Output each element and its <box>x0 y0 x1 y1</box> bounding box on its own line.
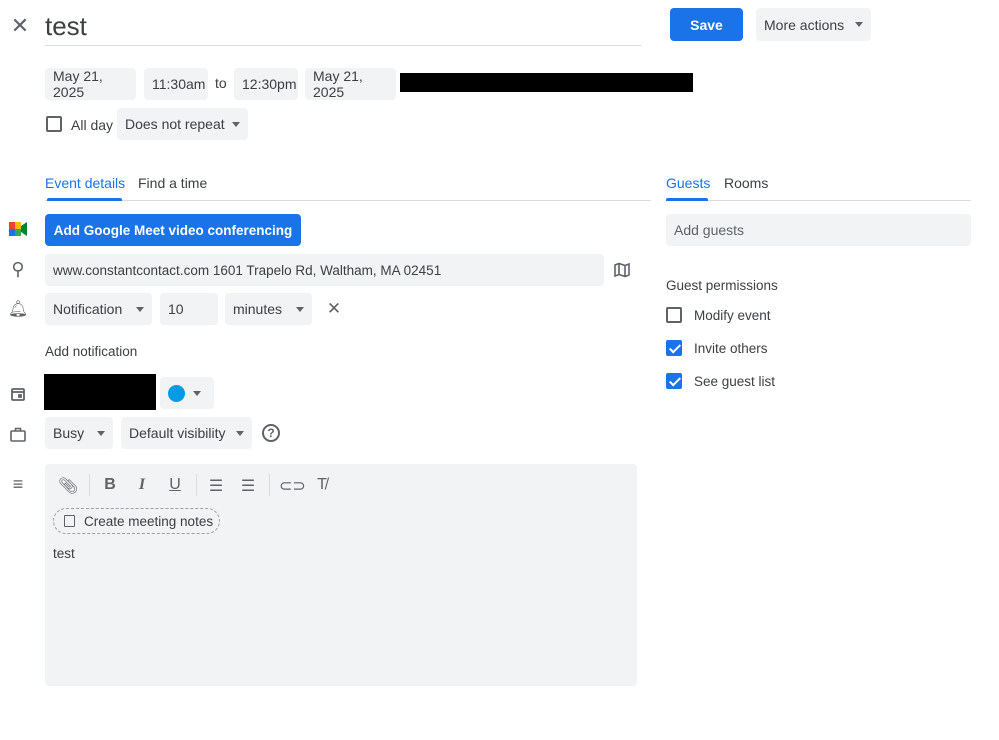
start-date[interactable]: May 21, 2025 <box>45 68 136 100</box>
caret-down-icon <box>855 22 863 27</box>
to-label: to <box>215 75 227 91</box>
guests-tab-indicator <box>666 198 708 201</box>
toolbar-separator <box>196 474 197 496</box>
link-icon[interactable]: ⊂⊃ <box>279 476 306 496</box>
google-meet-icon <box>9 221 27 237</box>
add-meet-button[interactable]: Add Google Meet video conferencing <box>45 214 301 246</box>
help-icon[interactable]: ? <box>262 424 280 442</box>
location-icon: ⚲ <box>11 258 25 279</box>
modify-event-checkbox[interactable] <box>666 307 682 323</box>
notification-type-dropdown[interactable]: Notification <box>45 293 152 325</box>
save-button[interactable]: Save <box>670 8 743 41</box>
tab-event-details[interactable]: Event details <box>45 175 125 191</box>
caret-down-icon <box>296 306 304 312</box>
redacted-timezone <box>400 73 693 92</box>
italic-icon[interactable]: I <box>132 476 152 494</box>
description-icon: ≡ <box>12 473 24 494</box>
repeat-dropdown[interactable]: Does not repeat <box>117 108 248 140</box>
close-icon[interactable]: ✕ <box>8 13 32 38</box>
toolbar-separator <box>269 474 270 496</box>
tab-indicator <box>47 198 122 201</box>
notification-unit: minutes <box>233 301 283 317</box>
invite-others-label: Invite others <box>694 341 768 356</box>
event-color-dropdown[interactable] <box>160 377 214 409</box>
attachment-icon[interactable]: 📎︎ <box>58 476 78 496</box>
see-guest-list-checkbox[interactable] <box>666 373 682 389</box>
notes-icon <box>64 515 75 527</box>
notes-label: Create meeting notes <box>84 513 214 529</box>
calendar-icon <box>8 384 28 404</box>
create-meeting-notes-button[interactable]: Create meeting notes <box>53 508 220 534</box>
title-input[interactable]: test <box>45 8 641 46</box>
notification-value-input[interactable]: 10 <box>160 293 218 325</box>
guest-permissions-title: Guest permissions <box>666 278 778 293</box>
tab-guests[interactable]: Guests <box>666 175 710 191</box>
end-time[interactable]: 12:30pm <box>234 68 298 100</box>
modify-event-label: Modify event <box>694 308 771 323</box>
add-guests-input[interactable]: Add guests <box>666 214 971 246</box>
add-notification-link[interactable]: Add notification <box>45 344 137 359</box>
notification-unit-dropdown[interactable]: minutes <box>225 293 312 325</box>
end-date[interactable]: May 21, 2025 <box>305 68 396 100</box>
busy-value: Busy <box>53 425 85 441</box>
all-day-label: All day <box>71 117 114 133</box>
visibility-dropdown[interactable]: Default visibility <box>121 417 252 449</box>
color-dot <box>168 384 185 402</box>
invite-others-checkbox[interactable] <box>666 340 682 356</box>
caret-down-icon <box>193 390 201 396</box>
guests-tab-divider <box>666 200 971 201</box>
tab-rooms[interactable]: Rooms <box>724 175 768 191</box>
bell-icon: 🔔︎ <box>7 301 29 318</box>
clear-formatting-icon[interactable]: T̸ <box>312 476 332 494</box>
caret-down-icon <box>236 430 244 436</box>
tab-divider <box>45 200 651 201</box>
redacted-calendar-name <box>44 374 156 410</box>
see-guest-list-label: See guest list <box>694 374 776 389</box>
description-text: test <box>53 546 75 561</box>
map-icon[interactable] <box>612 260 632 280</box>
busy-dropdown[interactable]: Busy <box>45 417 113 449</box>
location-input[interactable]: www.constantcontact.com 1601 Trapelo Rd,… <box>45 254 604 286</box>
underline-icon[interactable]: U <box>165 476 185 494</box>
bold-icon[interactable]: B <box>100 476 120 494</box>
bulleted-list-icon[interactable]: ☰ <box>238 476 258 496</box>
start-time[interactable]: 11:30am <box>144 68 208 100</box>
numbered-list-icon[interactable]: ☰ <box>206 476 226 496</box>
visibility-value: Default visibility <box>129 425 226 441</box>
repeat-value: Does not repeat <box>125 116 225 132</box>
caret-down-icon <box>97 430 105 436</box>
all-day-checkbox[interactable] <box>46 116 62 132</box>
more-actions-label: More actions <box>764 16 845 33</box>
briefcase-icon <box>8 424 28 444</box>
remove-notification-icon[interactable]: ✕ <box>324 299 344 319</box>
notification-type: Notification <box>53 301 123 317</box>
caret-down-icon <box>136 306 144 312</box>
description-editor[interactable] <box>45 464 637 686</box>
toolbar-separator <box>89 474 90 496</box>
caret-down-icon <box>232 121 240 127</box>
tab-find-time[interactable]: Find a time <box>138 175 207 191</box>
more-actions-button[interactable]: More actions <box>756 8 871 41</box>
